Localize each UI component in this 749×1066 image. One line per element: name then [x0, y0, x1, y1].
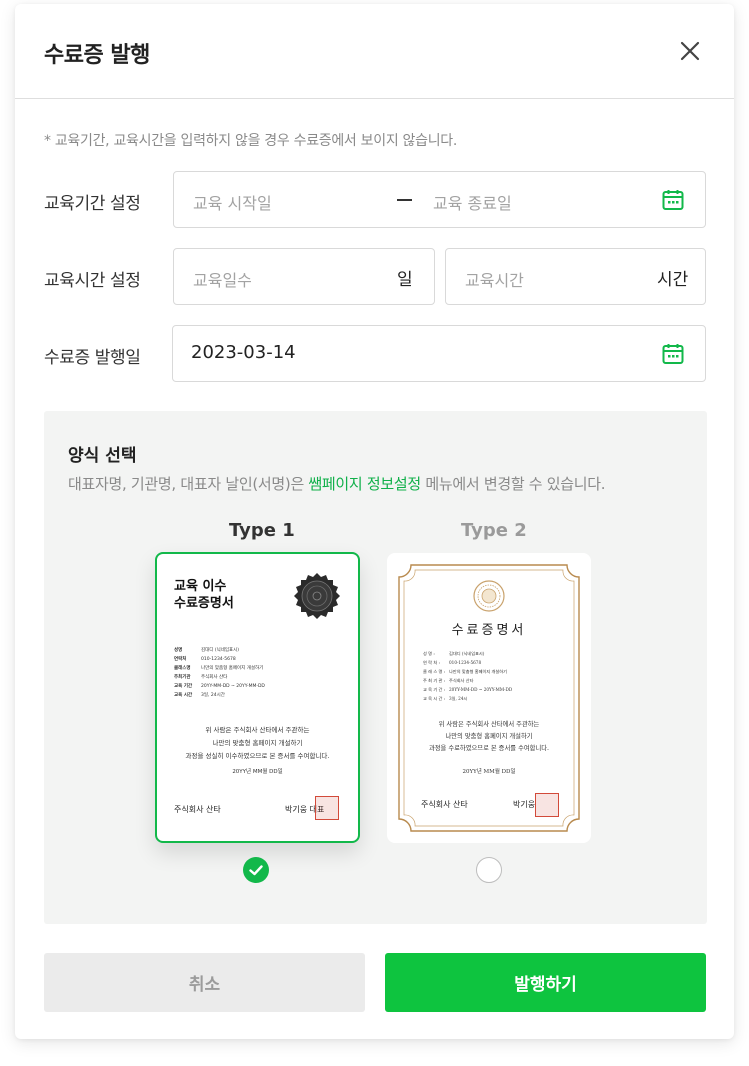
- days-input[interactable]: 교육일수 일: [173, 248, 435, 305]
- hours-unit: 시간: [657, 270, 689, 290]
- close-icon[interactable]: [675, 36, 705, 66]
- template-title: 양식 선택: [68, 446, 137, 466]
- settings-link[interactable]: 쌤페이지 정보설정: [308, 475, 421, 493]
- check-icon: [249, 865, 263, 876]
- days-placeholder: 교육일수: [193, 271, 252, 290]
- cert1-date: 20YY년 MM월 DD일: [232, 769, 283, 775]
- seal-stamp-icon: [315, 796, 339, 820]
- days-unit: 일: [397, 270, 413, 290]
- cert1-title: 교육 이수 수료증명서: [174, 578, 234, 612]
- template-desc-after: 메뉴에서 변경할 수 있습니다.: [420, 475, 606, 493]
- start-date-placeholder[interactable]: 교육 시작일: [193, 190, 272, 214]
- issue-date-field[interactable]: 2023-03-14: [172, 325, 706, 382]
- cert1-title-line1: 교육 이수: [174, 579, 227, 594]
- medal-icon: [473, 580, 505, 612]
- issue-date-label: 수료증 발행일: [44, 348, 141, 368]
- hours-label: 교육시간 설정: [44, 271, 141, 291]
- cancel-button[interactable]: 취소: [44, 953, 365, 1012]
- issue-certificate-dialog: 수료증 발행 * 교육기간, 교육시간을 입력하지 않을 경우 수료증에서 보이…: [15, 4, 734, 1039]
- seal-stamp-icon: [535, 793, 559, 817]
- end-date-placeholder[interactable]: 교육 종료일: [433, 190, 512, 214]
- cert2-ceo: 박기웅: [513, 800, 536, 809]
- calendar-icon[interactable]: [661, 188, 685, 212]
- cert2-body: 위 사람은 주식회사 산타에서 주관하는 나만의 맞춤형 홈페이지 개설하기 과…: [428, 721, 550, 752]
- cert1-info: 성명 김대디 (닉네임표시) 연락처 010-1234-5678 클래스명 나만의 맞…: [174, 648, 265, 698]
- issue-date-value: 2023-03-14: [191, 342, 296, 363]
- hours-input[interactable]: 교육시간 시간: [445, 248, 706, 305]
- cert2-title: 수료증명서: [451, 623, 527, 638]
- template-desc: 대표자명, 기관명, 대표자 날인(서명)은 쌤페이지 정보설정 메뉴에서 변경…: [68, 473, 606, 494]
- period-label: 교육기간 설정: [44, 194, 141, 214]
- type2-label: Type 2: [461, 520, 527, 541]
- dialog-header: 수료증 발행: [15, 4, 734, 99]
- seal-badge-icon: [294, 573, 340, 619]
- range-dash: [397, 199, 412, 201]
- template-panel: 양식 선택 대표자명, 기관명, 대표자 날인(서명)은 쌤페이지 정보설정 메…: [44, 411, 707, 924]
- type1-radio[interactable]: [243, 857, 269, 883]
- cert1-title-line2: 수료증명서: [174, 596, 234, 611]
- cert2-date: 20YY년 MM월 DD일: [462, 769, 516, 775]
- template-card-type2[interactable]: 수료증명서 성 명 : 김대디 (닉네임표시) 연 락 처 :010-1234-5…: [387, 553, 591, 843]
- cert1-org: 주식회사 산타: [174, 805, 221, 814]
- notice-text: * 교육기간, 교육시간을 입력하지 않을 경우 수료증에서 보이지 않습니다.: [44, 133, 458, 149]
- cert2-info: 성 명 : 김대디 (닉네임표시) 연 락 처 :010-1234-5678 클 …: [423, 651, 513, 701]
- calendar-icon[interactable]: [661, 342, 685, 366]
- issue-button[interactable]: 발행하기: [385, 953, 706, 1012]
- period-range-field[interactable]: 교육 시작일 교육 종료일: [173, 171, 706, 228]
- cert2-org: 주식회사 산타: [421, 800, 468, 809]
- hours-placeholder: 교육시간: [465, 271, 524, 290]
- dialog-title: 수료증 발행: [44, 43, 150, 68]
- template-desc-before: 대표자명, 기관명, 대표자 날인(서명)은: [68, 475, 309, 493]
- template-card-type1[interactable]: 교육 이수 수료증명서 성명 김대디 (닉네임표시) 연락처 010-1234-56…: [155, 552, 360, 843]
- type1-label: Type 1: [229, 520, 295, 541]
- cert1-body: 위 사람은 주식회사 산타에서 주관하는 나만의 맞춤형 홈페이지 개설하기 과…: [185, 726, 330, 760]
- type2-radio[interactable]: [476, 857, 502, 883]
